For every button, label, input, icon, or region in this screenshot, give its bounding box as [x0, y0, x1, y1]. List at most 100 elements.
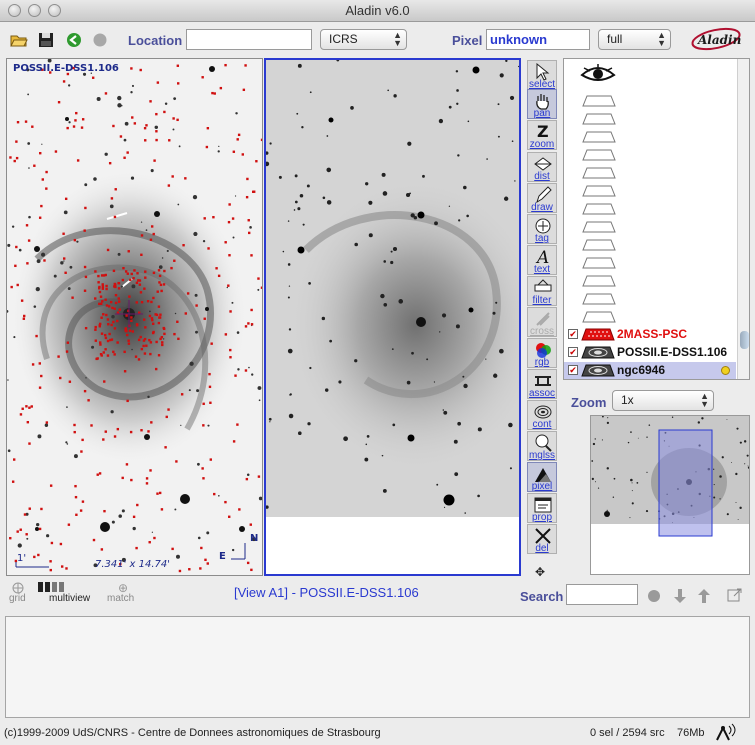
tool-label: filter	[532, 295, 552, 306]
layer-visibility-checkbox[interactable]: ✔	[568, 365, 578, 375]
tool-pixel-button[interactable]: pixel	[527, 462, 557, 492]
field-size-label: 7.341' x 14.74'	[95, 559, 171, 570]
status-console[interactable]	[5, 616, 750, 718]
image-plane-icon	[581, 346, 615, 359]
image-plane-icon	[581, 364, 615, 377]
empty-plane-slot[interactable]	[582, 185, 616, 197]
tool-label: assoc	[528, 388, 556, 399]
location-label: Location	[128, 33, 183, 48]
search-go-icon[interactable]	[647, 589, 661, 606]
stop-icon[interactable]	[92, 32, 110, 48]
empty-plane-slot[interactable]	[582, 203, 616, 215]
window-title: Aladin v6.0	[345, 3, 410, 18]
tool-prop-button[interactable]: prop	[527, 493, 557, 523]
pixel-label: Pixel	[452, 33, 483, 48]
north-label: N	[250, 533, 259, 544]
frame-select[interactable]: ICRS ▲ ▼	[320, 29, 407, 50]
empty-plane-slot[interactable]	[582, 167, 616, 179]
empty-plane-slot[interactable]	[582, 311, 616, 323]
viewport-rectangle[interactable]	[658, 429, 713, 537]
tool-pan-button[interactable]: pan	[527, 89, 557, 119]
tool-label: cross	[530, 326, 554, 337]
empty-plane-slot[interactable]	[582, 275, 616, 287]
pixel-value-field[interactable]: unknown	[486, 29, 590, 50]
layer-visibility-checkbox[interactable]: ✔	[568, 347, 578, 357]
tool-mglss-button[interactable]: mglss	[527, 431, 557, 461]
view-b1[interactable]	[264, 58, 521, 576]
antenna-icon[interactable]	[713, 722, 739, 745]
updown-arrows-icon: ▲ ▼	[393, 30, 402, 48]
tool-assoc-button[interactable]: assoc	[527, 369, 557, 399]
tool-filter-button[interactable]: filter	[527, 276, 557, 306]
tool-rgb-button[interactable]: rgb	[527, 338, 557, 368]
zoom-window-button[interactable]	[48, 4, 61, 17]
tool-cont-button[interactable]: cont	[527, 400, 557, 430]
save-disk-icon[interactable]	[38, 32, 56, 48]
tool-tag-button[interactable]: tag	[527, 214, 557, 244]
view-a1[interactable]: POSSII.E-DSS1.106 1' 7.341' x 14.74' N E	[6, 58, 263, 576]
memory-usage: 76Mb	[677, 727, 705, 739]
tool-label: text	[533, 264, 551, 275]
tool-label: rgb	[534, 357, 550, 368]
empty-plane-slot[interactable]	[582, 95, 616, 107]
tool-del-button[interactable]: del	[527, 524, 557, 554]
title-bar: Aladin v6.0	[0, 0, 755, 22]
survey-label: POSSII.E-DSS1.106	[13, 63, 119, 74]
arrow-up-icon[interactable]	[697, 588, 711, 607]
tool-label: draw	[531, 202, 553, 213]
tool-dist-button[interactable]: dist	[527, 152, 557, 182]
tool-label: pixel	[531, 481, 553, 492]
scrollbar-thumb[interactable]	[740, 331, 749, 349]
layer-scrollbar[interactable]	[737, 59, 749, 379]
empty-plane-slot[interactable]	[582, 113, 616, 125]
tool-label: prop	[531, 512, 552, 523]
tool-text-button[interactable]: Atext	[527, 245, 557, 275]
layer-2[interactable]: ✔ ngc6946	[564, 362, 736, 379]
eye-icon[interactable]	[580, 63, 616, 86]
east-label: E	[219, 551, 226, 562]
tool-draw-button[interactable]: draw	[527, 183, 557, 213]
layer-stack[interactable]: ✔ 2MASS-PSC ✔ POSSII.E-DSS1.106 ✔ ngc6946	[563, 58, 750, 380]
layer-0[interactable]: ✔ 2MASS-PSC	[564, 326, 736, 343]
updown-arrows-icon: ▲ ▼	[700, 391, 709, 409]
tool-select-button[interactable]: select	[527, 60, 557, 90]
detach-window-icon[interactable]	[727, 587, 743, 606]
open-folder-icon[interactable]	[10, 32, 28, 48]
location-input[interactable]	[186, 29, 312, 50]
back-arrow-icon[interactable]	[66, 32, 84, 48]
svg-text:Aladin: Aladin	[697, 33, 741, 47]
empty-plane-slot[interactable]	[582, 221, 616, 233]
empty-plane-slot[interactable]	[582, 239, 616, 251]
close-window-button[interactable]	[8, 4, 21, 17]
multiview-label: multiview	[49, 593, 91, 604]
move-arrows-icon[interactable]: ✥	[535, 565, 545, 579]
scale-label: 1'	[17, 553, 27, 564]
layer-visibility-checkbox[interactable]: ✔	[568, 329, 578, 339]
empty-plane-slot[interactable]	[582, 149, 616, 161]
grid-label: grid	[9, 593, 26, 604]
zoom-select[interactable]: 1x ▲ ▼	[612, 390, 714, 411]
pixel-mode-select[interactable]: full ▲ ▼	[598, 29, 671, 50]
zoom-overview[interactable]	[590, 415, 750, 575]
view-title: [View A1] - POSSII.E-DSS1.106	[234, 585, 419, 600]
empty-plane-slot[interactable]	[582, 293, 616, 305]
sky-image-view-b[interactable]	[266, 60, 519, 517]
copyright-text: (c)1999-2009 UdS/CNRS - Centre de Donnee…	[4, 727, 381, 739]
tool-label: del	[535, 543, 549, 554]
layer-name: 2MASS-PSC	[617, 327, 688, 341]
match-label: match	[107, 593, 135, 604]
tool-cross-button[interactable]: cross	[527, 307, 557, 337]
search-input[interactable]	[566, 584, 638, 605]
sky-image-view-a[interactable]	[7, 59, 263, 576]
footer: (c)1999-2009 UdS/CNRS - Centre de Donnee…	[0, 722, 755, 744]
updown-arrows-icon: ▲ ▼	[657, 30, 666, 48]
minimize-window-button[interactable]	[28, 4, 41, 17]
layer-1[interactable]: ✔ POSSII.E-DSS1.106	[564, 344, 736, 361]
active-plane-indicator-icon	[721, 366, 730, 375]
empty-plane-slot[interactable]	[582, 131, 616, 143]
tool-zoom-button[interactable]: Zzoom	[527, 120, 557, 150]
empty-plane-slot[interactable]	[582, 257, 616, 269]
aladin-logo-icon[interactable]: Aladin	[690, 26, 742, 52]
search-label: Search	[520, 589, 564, 604]
arrow-down-icon[interactable]	[673, 588, 687, 607]
